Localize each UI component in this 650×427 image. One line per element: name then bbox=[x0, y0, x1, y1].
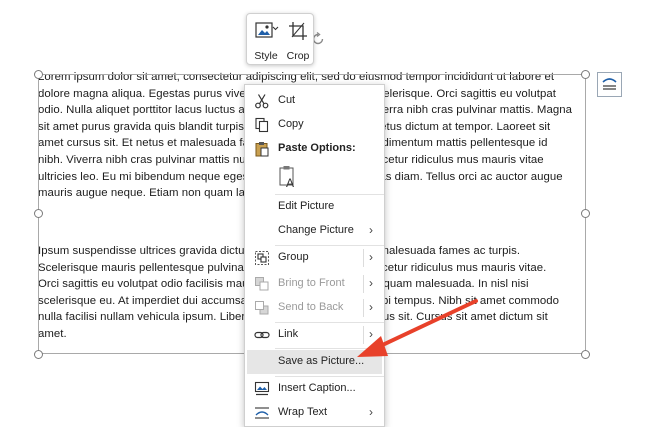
style-label: Style bbox=[254, 50, 278, 62]
resize-handle-top-right[interactable] bbox=[581, 70, 590, 79]
chevron-right-icon: › bbox=[369, 405, 373, 419]
chevron-right-icon: › bbox=[369, 327, 373, 341]
insert-caption-icon bbox=[254, 381, 270, 396]
menu-item-edit-picture[interactable]: Edit Picture bbox=[245, 195, 384, 219]
menu-item-link[interactable]: Link › bbox=[245, 323, 384, 347]
layout-options-button[interactable] bbox=[597, 72, 622, 97]
menu-item-label: Bring to Front bbox=[278, 277, 345, 289]
resize-handle-top-left[interactable] bbox=[34, 70, 43, 79]
crop-label: Crop bbox=[286, 50, 310, 62]
resize-handle-bottom-right[interactable] bbox=[581, 350, 590, 359]
chevron-right-icon: › bbox=[369, 250, 373, 264]
chevron-right-icon: › bbox=[369, 300, 373, 314]
menu-item-label: Insert Caption... bbox=[278, 382, 356, 394]
svg-text:A: A bbox=[286, 176, 294, 189]
menu-item-send-to-back[interactable]: Send to Back › bbox=[245, 296, 384, 320]
link-icon bbox=[254, 331, 270, 339]
group-icon bbox=[255, 251, 269, 265]
menu-item-paste-options: Paste Options: bbox=[245, 137, 384, 161]
menu-item-label: Cut bbox=[278, 94, 296, 106]
menu-item-group[interactable]: Group › bbox=[245, 246, 384, 270]
chevron-right-icon: › bbox=[369, 276, 373, 290]
crop-button[interactable]: Crop bbox=[283, 18, 313, 62]
menu-item-bring-to-front[interactable]: Bring to Front › bbox=[245, 272, 384, 296]
menu-item-label: Wrap Text bbox=[278, 406, 328, 418]
paste-picture-icon: A bbox=[279, 166, 294, 189]
menu-item-label: Change Picture bbox=[278, 224, 354, 236]
menu-item-copy[interactable]: Copy bbox=[245, 113, 384, 137]
paste-icon bbox=[255, 142, 269, 157]
menu-item-label: Send to Back bbox=[278, 301, 344, 313]
menu-item-label: Link bbox=[278, 328, 299, 340]
menu-item-label: Group bbox=[278, 251, 309, 263]
resize-handle-middle-right[interactable] bbox=[581, 209, 590, 218]
menu-item-label: Save as Picture... bbox=[278, 355, 365, 367]
chevron-right-icon: › bbox=[369, 223, 373, 237]
bring-to-front-icon bbox=[255, 277, 269, 291]
menu-item-save-as-picture[interactable]: Save as Picture... bbox=[247, 350, 382, 374]
menu-item-label: Edit Picture bbox=[278, 200, 335, 212]
menu-item-cut[interactable]: Cut bbox=[245, 89, 384, 113]
style-button[interactable]: Style bbox=[251, 18, 281, 62]
copy-icon bbox=[255, 117, 269, 133]
menu-item-change-picture[interactable]: Change Picture › bbox=[245, 219, 384, 243]
context-menu: Cut Copy Paste Options: A Edit Picture C… bbox=[244, 84, 385, 427]
crop-icon bbox=[289, 22, 307, 40]
layout-options-icon bbox=[602, 78, 617, 90]
wrap-text-icon bbox=[255, 407, 269, 419]
menu-item-insert-caption[interactable]: Insert Caption... bbox=[245, 377, 384, 401]
paste-option-picture[interactable]: A bbox=[245, 163, 384, 191]
scissors-icon bbox=[255, 94, 269, 109]
send-to-back-icon bbox=[255, 301, 269, 315]
mini-toolbar: Style Crop bbox=[246, 13, 314, 65]
menu-item-label: Paste Options: bbox=[278, 142, 356, 154]
resize-handle-middle-left[interactable] bbox=[34, 209, 43, 218]
resize-handle-bottom-left[interactable] bbox=[34, 350, 43, 359]
picture-style-icon bbox=[255, 22, 279, 38]
menu-item-label: Copy bbox=[278, 118, 304, 130]
menu-item-wrap-text[interactable]: Wrap Text › bbox=[245, 401, 384, 425]
